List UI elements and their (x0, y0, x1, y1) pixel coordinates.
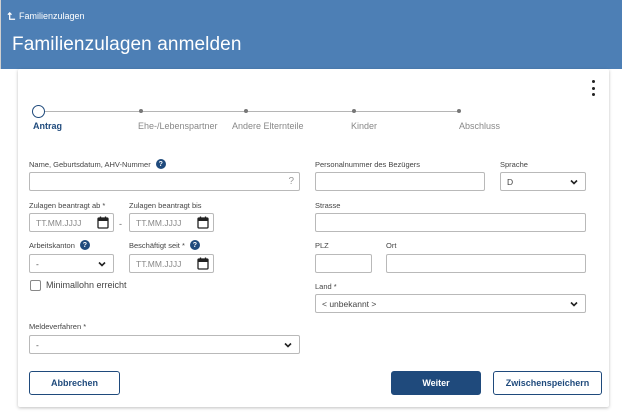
step-label-eltern[interactable]: Andere Elternteile (232, 121, 304, 131)
land-select[interactable]: < unbekannt > (315, 294, 586, 313)
calendar-icon[interactable] (197, 257, 209, 270)
strasse-label: Strasse (315, 201, 341, 210)
ort-input[interactable] (393, 255, 579, 272)
step-label-antrag[interactable]: Antrag (33, 121, 62, 131)
arbeitskanton-value: - (36, 258, 39, 269)
step-indicator-kinder[interactable] (352, 109, 356, 113)
back-link[interactable]: Familienzulagen (7, 11, 85, 21)
back-link-label: Familienzulagen (19, 11, 85, 21)
personalnummer-field[interactable] (315, 172, 485, 191)
help-icon[interactable]: ? (79, 240, 90, 250)
beschaeftigt-date[interactable] (129, 254, 214, 273)
arbeitskanton-label: Arbeitskanton ? (29, 240, 90, 250)
zulagen-bis-label: Zulagen beantragt bis (129, 201, 202, 210)
minimallohn-label[interactable]: Minimallohn erreicht (46, 280, 127, 290)
page-title: Familienzulagen anmelden (12, 34, 242, 55)
chevron-down-icon (284, 342, 292, 348)
zulagen-ab-date[interactable] (29, 213, 114, 232)
arbeitskanton-select[interactable]: - (29, 254, 114, 273)
name-label: Name, Geburtsdatum, AHV-Nummer ? (29, 159, 166, 169)
zulagen-bis-date[interactable] (129, 213, 214, 232)
name-search-field[interactable]: ? (29, 172, 300, 191)
step-indicator-ehe[interactable] (139, 109, 143, 113)
chevron-down-icon (570, 179, 578, 185)
ort-field[interactable] (386, 254, 586, 273)
meldeverfahren-label: Meldeverfahren * (29, 322, 87, 331)
personalnummer-input[interactable] (322, 173, 478, 190)
stepper-line (38, 111, 460, 112)
meldeverfahren-select[interactable]: - (29, 335, 300, 354)
more-options-icon[interactable] (589, 80, 597, 96)
land-value: < unbekannt > (322, 298, 377, 309)
date-range-separator: - (119, 219, 122, 229)
help-icon[interactable]: ? (189, 240, 200, 250)
question-icon[interactable]: ? (288, 176, 294, 187)
strasse-input[interactable] (322, 214, 579, 231)
form-card (18, 69, 609, 407)
step-label-ehe[interactable]: Ehe-/Lebenspartner (138, 121, 218, 131)
strasse-field[interactable] (315, 213, 586, 232)
ort-label: Ort (386, 241, 397, 250)
back-arrow-icon (7, 11, 16, 20)
cancel-button[interactable]: Abbrechen (29, 371, 120, 395)
chevron-down-icon (570, 301, 578, 307)
meldeverfahren-value: - (36, 339, 39, 350)
calendar-icon[interactable] (97, 216, 109, 229)
personalnummer-label: Personalnummer des Bezügers (315, 160, 421, 169)
help-icon[interactable]: ? (155, 159, 166, 169)
plz-field[interactable] (315, 254, 372, 273)
sprache-label: Sprache (500, 160, 528, 169)
zulagen-ab-label: Zulagen beantragt ab * (29, 201, 106, 210)
plz-input[interactable] (322, 255, 365, 272)
save-draft-button[interactable]: Zwischenspeichern (493, 371, 602, 395)
plz-label: PLZ (315, 241, 329, 250)
beschaeftigt-label: Beschäftigt seit * ? (129, 240, 200, 250)
step-label-abschluss[interactable]: Abschluss (459, 121, 500, 131)
calendar-icon[interactable] (197, 216, 209, 229)
name-search-input[interactable] (36, 173, 293, 190)
minimallohn-checkbox[interactable] (30, 280, 41, 291)
next-button[interactable]: Weiter (391, 371, 481, 395)
page-header: Familienzulagen Familienzulagen anmelden (0, 0, 622, 69)
step-indicator-antrag[interactable] (32, 105, 45, 118)
step-indicator-eltern[interactable] (244, 109, 248, 113)
chevron-down-icon (98, 261, 106, 267)
step-label-kinder[interactable]: Kinder (351, 121, 377, 131)
step-indicator-abschluss[interactable] (457, 109, 461, 113)
sprache-value: D (507, 176, 514, 187)
land-label: Land * (315, 282, 337, 291)
sprache-select[interactable]: D (500, 172, 586, 191)
